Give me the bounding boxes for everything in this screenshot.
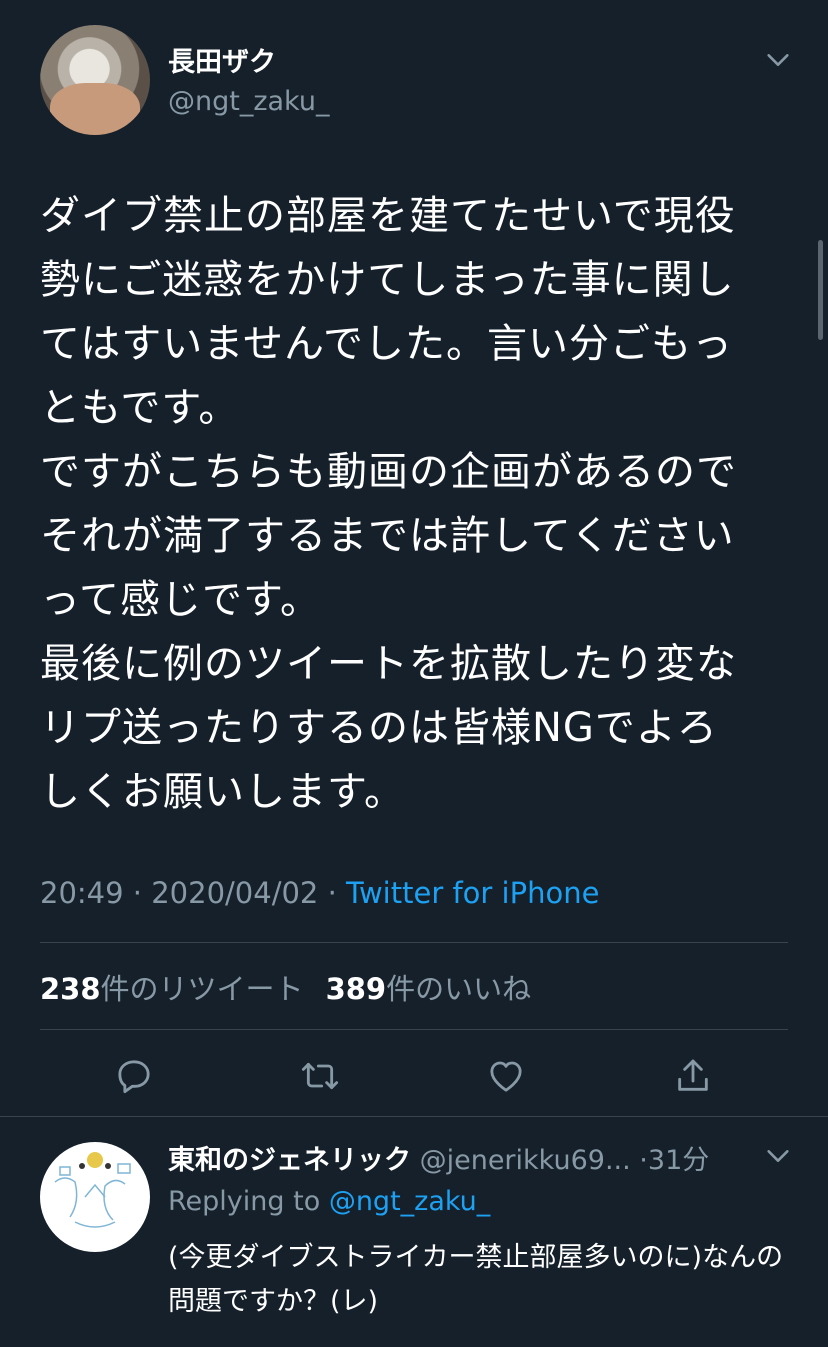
tweet-source-link[interactable]: Twitter for iPhone [346, 876, 599, 910]
like-label: 件のいいね [386, 972, 532, 1006]
meta-separator: · [327, 876, 337, 910]
divider [40, 1029, 788, 1030]
replying-to-mention[interactable]: @ngt_zaku_ [329, 1186, 490, 1217]
chevron-down-icon[interactable] [764, 1142, 792, 1170]
reply-icon[interactable] [114, 1056, 154, 1096]
replying-to-label: Replying to [168, 1186, 321, 1217]
reply-author-name[interactable]: 東和のジェネリック [168, 1145, 411, 1176]
section-divider [0, 1116, 828, 1117]
sketch-drawing-icon [54, 1152, 131, 1228]
like-count: 389 [325, 972, 387, 1006]
tweet-meta: 20:49 · 2020/04/02 · Twitter for iPhone [40, 876, 599, 910]
retweet-count: 238 [40, 972, 101, 1006]
heart-icon[interactable] [486, 1056, 526, 1096]
reply-separator: · [639, 1145, 648, 1176]
reply-author-handle[interactable]: @jenerikku69... [420, 1145, 631, 1176]
reply-author-avatar[interactable] [40, 1142, 150, 1252]
retweet-label: 件のリツイート [100, 972, 304, 1006]
likes-link[interactable]: 389件のいいね [326, 972, 532, 1006]
meta-separator: · [132, 876, 143, 910]
tweet-text: ダイブ禁止の部屋を建てたせいで現役 勢にご迷惑をかけてしまった事に関し てはすい… [40, 193, 737, 815]
author-avatar[interactable] [40, 25, 150, 135]
author-handle[interactable]: @ngt_zaku_ [168, 86, 329, 117]
replying-to: Replying to @ngt_zaku_ [168, 1186, 490, 1217]
retweet-icon[interactable] [300, 1056, 340, 1096]
share-icon[interactable] [673, 1056, 713, 1096]
tweet-date: 2020/04/02 [151, 876, 319, 910]
avatar-hand-shape [50, 83, 140, 135]
scrollbar[interactable] [818, 240, 823, 340]
reply-time: 31分 [647, 1145, 710, 1176]
chevron-down-icon[interactable] [764, 46, 792, 74]
reply-header: 東和のジェネリック @jenerikku69... ·31分 [168, 1138, 709, 1177]
retweets-link[interactable]: 238件のリツイート [40, 972, 304, 1006]
tweet-time: 20:49 [40, 876, 124, 910]
author-name[interactable]: 長田ザク [168, 40, 276, 79]
tweet-stats: 238件のリツイート 389件のいいね [40, 966, 531, 1008]
divider [40, 942, 788, 943]
reply-text: (今更ダイブストライカー禁止部屋多いのに)なんの問題ですか？(レ) [168, 1242, 784, 1317]
